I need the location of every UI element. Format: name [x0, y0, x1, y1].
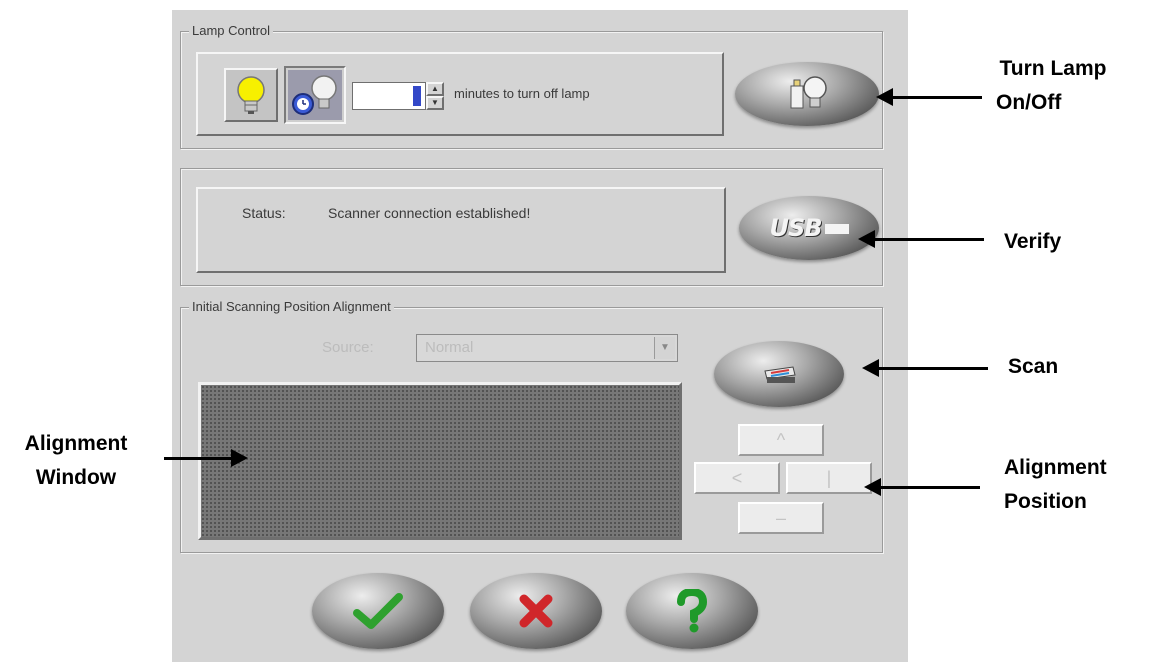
- callout-scan: Scan: [1008, 355, 1059, 378]
- lamp-control-legend: Lamp Control: [189, 23, 274, 38]
- help-button[interactable]: [626, 573, 758, 649]
- minutes-input[interactable]: [352, 82, 426, 110]
- callout-alignment-window-line1: Alignment: [24, 432, 128, 455]
- scanner-settings-dialog: Lamp Control ▲ ▼ minutes to turn off lam…: [172, 10, 908, 662]
- lamp-timer-button[interactable]: [284, 66, 346, 124]
- ok-button[interactable]: [312, 573, 444, 649]
- callout-alignment-position-line2: Position: [1004, 490, 1087, 513]
- arrow-verify: [858, 230, 984, 248]
- status-message: Scanner connection established!: [328, 205, 531, 221]
- arrow-alignment-position: [864, 478, 980, 496]
- align-up-button[interactable]: ^: [738, 424, 824, 456]
- timer-bulb-icon: [288, 70, 342, 120]
- arrow-turn-lamp: [876, 88, 982, 106]
- callout-verify: Verify: [1004, 230, 1062, 253]
- callout-turn-lamp-line2: On/Off: [996, 91, 1062, 114]
- source-select[interactable]: Normal ▼: [416, 334, 678, 362]
- minutes-spin-up[interactable]: ▲: [426, 82, 444, 96]
- callout-alignment-position-line1: Alignment: [1004, 456, 1107, 479]
- help-question-icon: [677, 589, 708, 633]
- status-label: Status:: [242, 205, 286, 221]
- callout-alignment-window-line2: Window: [35, 466, 117, 489]
- minutes-blue-marker: [413, 86, 421, 106]
- turn-lamp-toggle-button[interactable]: [735, 62, 879, 126]
- chevron-down-icon: ▼: [654, 337, 675, 359]
- lamp-toggle-icon: [790, 76, 827, 109]
- align-right-button[interactable]: |: [786, 462, 872, 494]
- usb-icon: USB: [769, 214, 849, 242]
- arrow-scan: [862, 359, 988, 377]
- scan-button[interactable]: [714, 341, 844, 407]
- callout-alignment-position: Alignment Position: [1004, 451, 1144, 519]
- checkmark-icon: [353, 593, 403, 629]
- callout-turn-lamp: Turn Lamp On/Off: [988, 52, 1118, 120]
- source-label: Source:: [322, 339, 374, 356]
- arrow-alignment-window: [164, 449, 248, 467]
- verify-usb-button[interactable]: USB: [739, 196, 879, 260]
- lamp-control-box: ▲ ▼ minutes to turn off lamp: [196, 52, 724, 136]
- align-down-button[interactable]: –: [738, 502, 824, 534]
- alignment-window: [198, 382, 682, 540]
- minutes-spin-down[interactable]: ▼: [426, 96, 444, 110]
- usb-icon-text: USB: [769, 214, 822, 242]
- source-select-value: Normal: [425, 339, 474, 356]
- status-box: Status: Scanner connection established!: [196, 187, 726, 273]
- minutes-label: minutes to turn off lamp: [454, 86, 590, 101]
- scanner-icon: [764, 366, 796, 383]
- light-bulb-icon: [237, 76, 265, 114]
- callout-alignment-window: Alignment Window: [6, 427, 146, 495]
- align-left-button[interactable]: <: [694, 462, 780, 494]
- alignment-legend: Initial Scanning Position Alignment: [189, 299, 394, 314]
- lamp-on-button[interactable]: [224, 68, 278, 122]
- callout-turn-lamp-line1: Turn Lamp: [999, 57, 1107, 80]
- close-icon: [519, 594, 553, 628]
- cancel-button[interactable]: [470, 573, 602, 649]
